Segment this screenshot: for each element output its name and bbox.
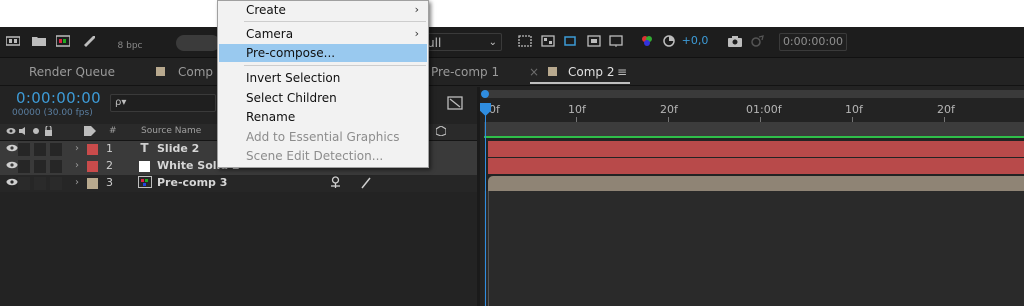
resolution-select[interactable]: ull ⌄: [424, 33, 502, 51]
parent-column-icon: [435, 125, 447, 139]
menu-item-scene-edit-detection: Scene Edit Detection...: [246, 149, 384, 163]
layer-duration-bar[interactable]: [488, 176, 1024, 191]
current-time-display[interactable]: 0:00:00:00: [16, 89, 101, 107]
active-tab-indicator: [530, 82, 630, 84]
layer-name[interactable]: Pre-comp 3: [157, 176, 227, 189]
context-menu: Create › Camera › Pre-compose... Invert …: [217, 0, 429, 168]
eye-icon[interactable]: [6, 177, 18, 190]
guides-icon[interactable]: [587, 35, 601, 47]
menu-item-camera[interactable]: Camera ›: [219, 25, 427, 43]
layer-label-swatch[interactable]: [87, 144, 98, 155]
region-of-interest-icon[interactable]: [518, 35, 532, 47]
menu-separator: [244, 65, 426, 66]
eye-icon[interactable]: [6, 160, 18, 173]
viewer-panel-top: [0, 0, 1024, 27]
layer-number: 1: [106, 142, 113, 155]
color-channels-icon[interactable]: [640, 35, 654, 47]
source-name-column-header[interactable]: Source Name: [141, 126, 201, 136]
comp-label-swatch: [156, 67, 165, 76]
chevron-right-icon[interactable]: ›: [75, 177, 79, 188]
layer-row[interactable]: › 3 Pre-comp 3: [0, 175, 480, 192]
comp-label-swatch: [548, 67, 557, 76]
layer-list-empty-area: [0, 192, 477, 306]
toolbar-timecode[interactable]: 0:00:00:00: [779, 33, 847, 51]
submenu-arrow-icon: ›: [414, 27, 419, 40]
work-area-bar[interactable]: [484, 90, 1024, 98]
visibility-column-icon: [6, 124, 56, 139]
layer-switch-boxes[interactable]: [18, 160, 68, 173]
number-column-header: #: [109, 126, 117, 136]
tab-pre-comp-1[interactable]: Pre-comp 1: [431, 59, 499, 85]
chevron-right-icon[interactable]: ›: [75, 160, 79, 171]
layer-search-input[interactable]: ρ▾: [110, 94, 216, 112]
panel-tab-bar: [0, 59, 1024, 86]
collapse-transform-icon[interactable]: [329, 176, 342, 192]
motion-blur-icon[interactable]: [447, 96, 463, 110]
menu-item-add-to-essential-graphics: Add to Essential Graphics: [246, 130, 400, 144]
tab-render-queue[interactable]: Render Queue: [29, 59, 115, 85]
comp-icon: [138, 176, 152, 189]
menu-item-pre-compose[interactable]: Pre-compose...: [219, 44, 427, 62]
text-layer-icon: T: [140, 141, 149, 155]
folder-icon[interactable]: [32, 35, 46, 47]
menu-item-rename[interactable]: Rename: [219, 108, 427, 126]
render-cache-indicator: [484, 136, 1024, 138]
menu-item-invert-selection[interactable]: Invert Selection: [219, 69, 427, 87]
composition-track: [484, 122, 1024, 136]
ruler-label: 20f: [660, 103, 678, 116]
flowchart-icon[interactable]: [5, 35, 21, 47]
transparency-grid-icon[interactable]: [541, 35, 555, 47]
layer-label-swatch[interactable]: [87, 161, 98, 172]
menu-separator: [244, 21, 426, 22]
chevron-right-icon[interactable]: ›: [75, 143, 79, 154]
solid-layer-icon: [139, 161, 150, 172]
layer-duration-bar[interactable]: [488, 158, 1024, 174]
layer-switch-boxes[interactable]: [18, 143, 68, 156]
toggle-switch[interactable]: [176, 35, 220, 51]
timeline-start-line: [488, 191, 1024, 306]
layer-label-swatch[interactable]: [87, 178, 98, 189]
exposure-value[interactable]: +0,0: [679, 33, 711, 51]
ruler-label: 10f: [845, 103, 863, 116]
bpc-label[interactable]: 8 bpc: [110, 39, 150, 53]
submenu-arrow-icon: ›: [414, 3, 419, 16]
frame-rate-display: 00000 (30.00 fps): [12, 108, 93, 118]
resolution-value: ull: [427, 36, 442, 50]
ruler-label: 20f: [937, 103, 955, 116]
playhead-line[interactable]: [485, 110, 486, 306]
rocket-icon[interactable]: [82, 35, 96, 47]
layer-switch-boxes[interactable]: [18, 177, 68, 190]
camera-icon[interactable]: [728, 35, 742, 47]
layer-duration-bar[interactable]: [488, 141, 1024, 157]
composition-toolbar: [0, 27, 1024, 58]
composition-icon[interactable]: [55, 35, 71, 47]
menu-item-create[interactable]: Create ›: [219, 1, 427, 19]
layer-name[interactable]: Slide 2: [157, 142, 199, 155]
menu-item-select-children[interactable]: Select Children: [219, 89, 427, 107]
eye-icon[interactable]: [6, 143, 18, 156]
exposure-reset-icon[interactable]: [662, 35, 676, 47]
layer-number: 3: [106, 176, 113, 189]
ruler-label: 01:00f: [746, 103, 782, 116]
work-area-start-handle[interactable]: [481, 90, 489, 98]
chevron-down-icon: ⌄: [488, 37, 497, 48]
quality-slash-icon[interactable]: [360, 177, 372, 192]
label-column-icon: [84, 126, 96, 139]
snapshot-grid-icon[interactable]: [609, 35, 623, 47]
mask-path-icon[interactable]: [563, 35, 577, 47]
show-snapshot-icon[interactable]: [750, 35, 764, 47]
layer-number: 2: [106, 159, 113, 172]
ruler-label: 10f: [568, 103, 586, 116]
